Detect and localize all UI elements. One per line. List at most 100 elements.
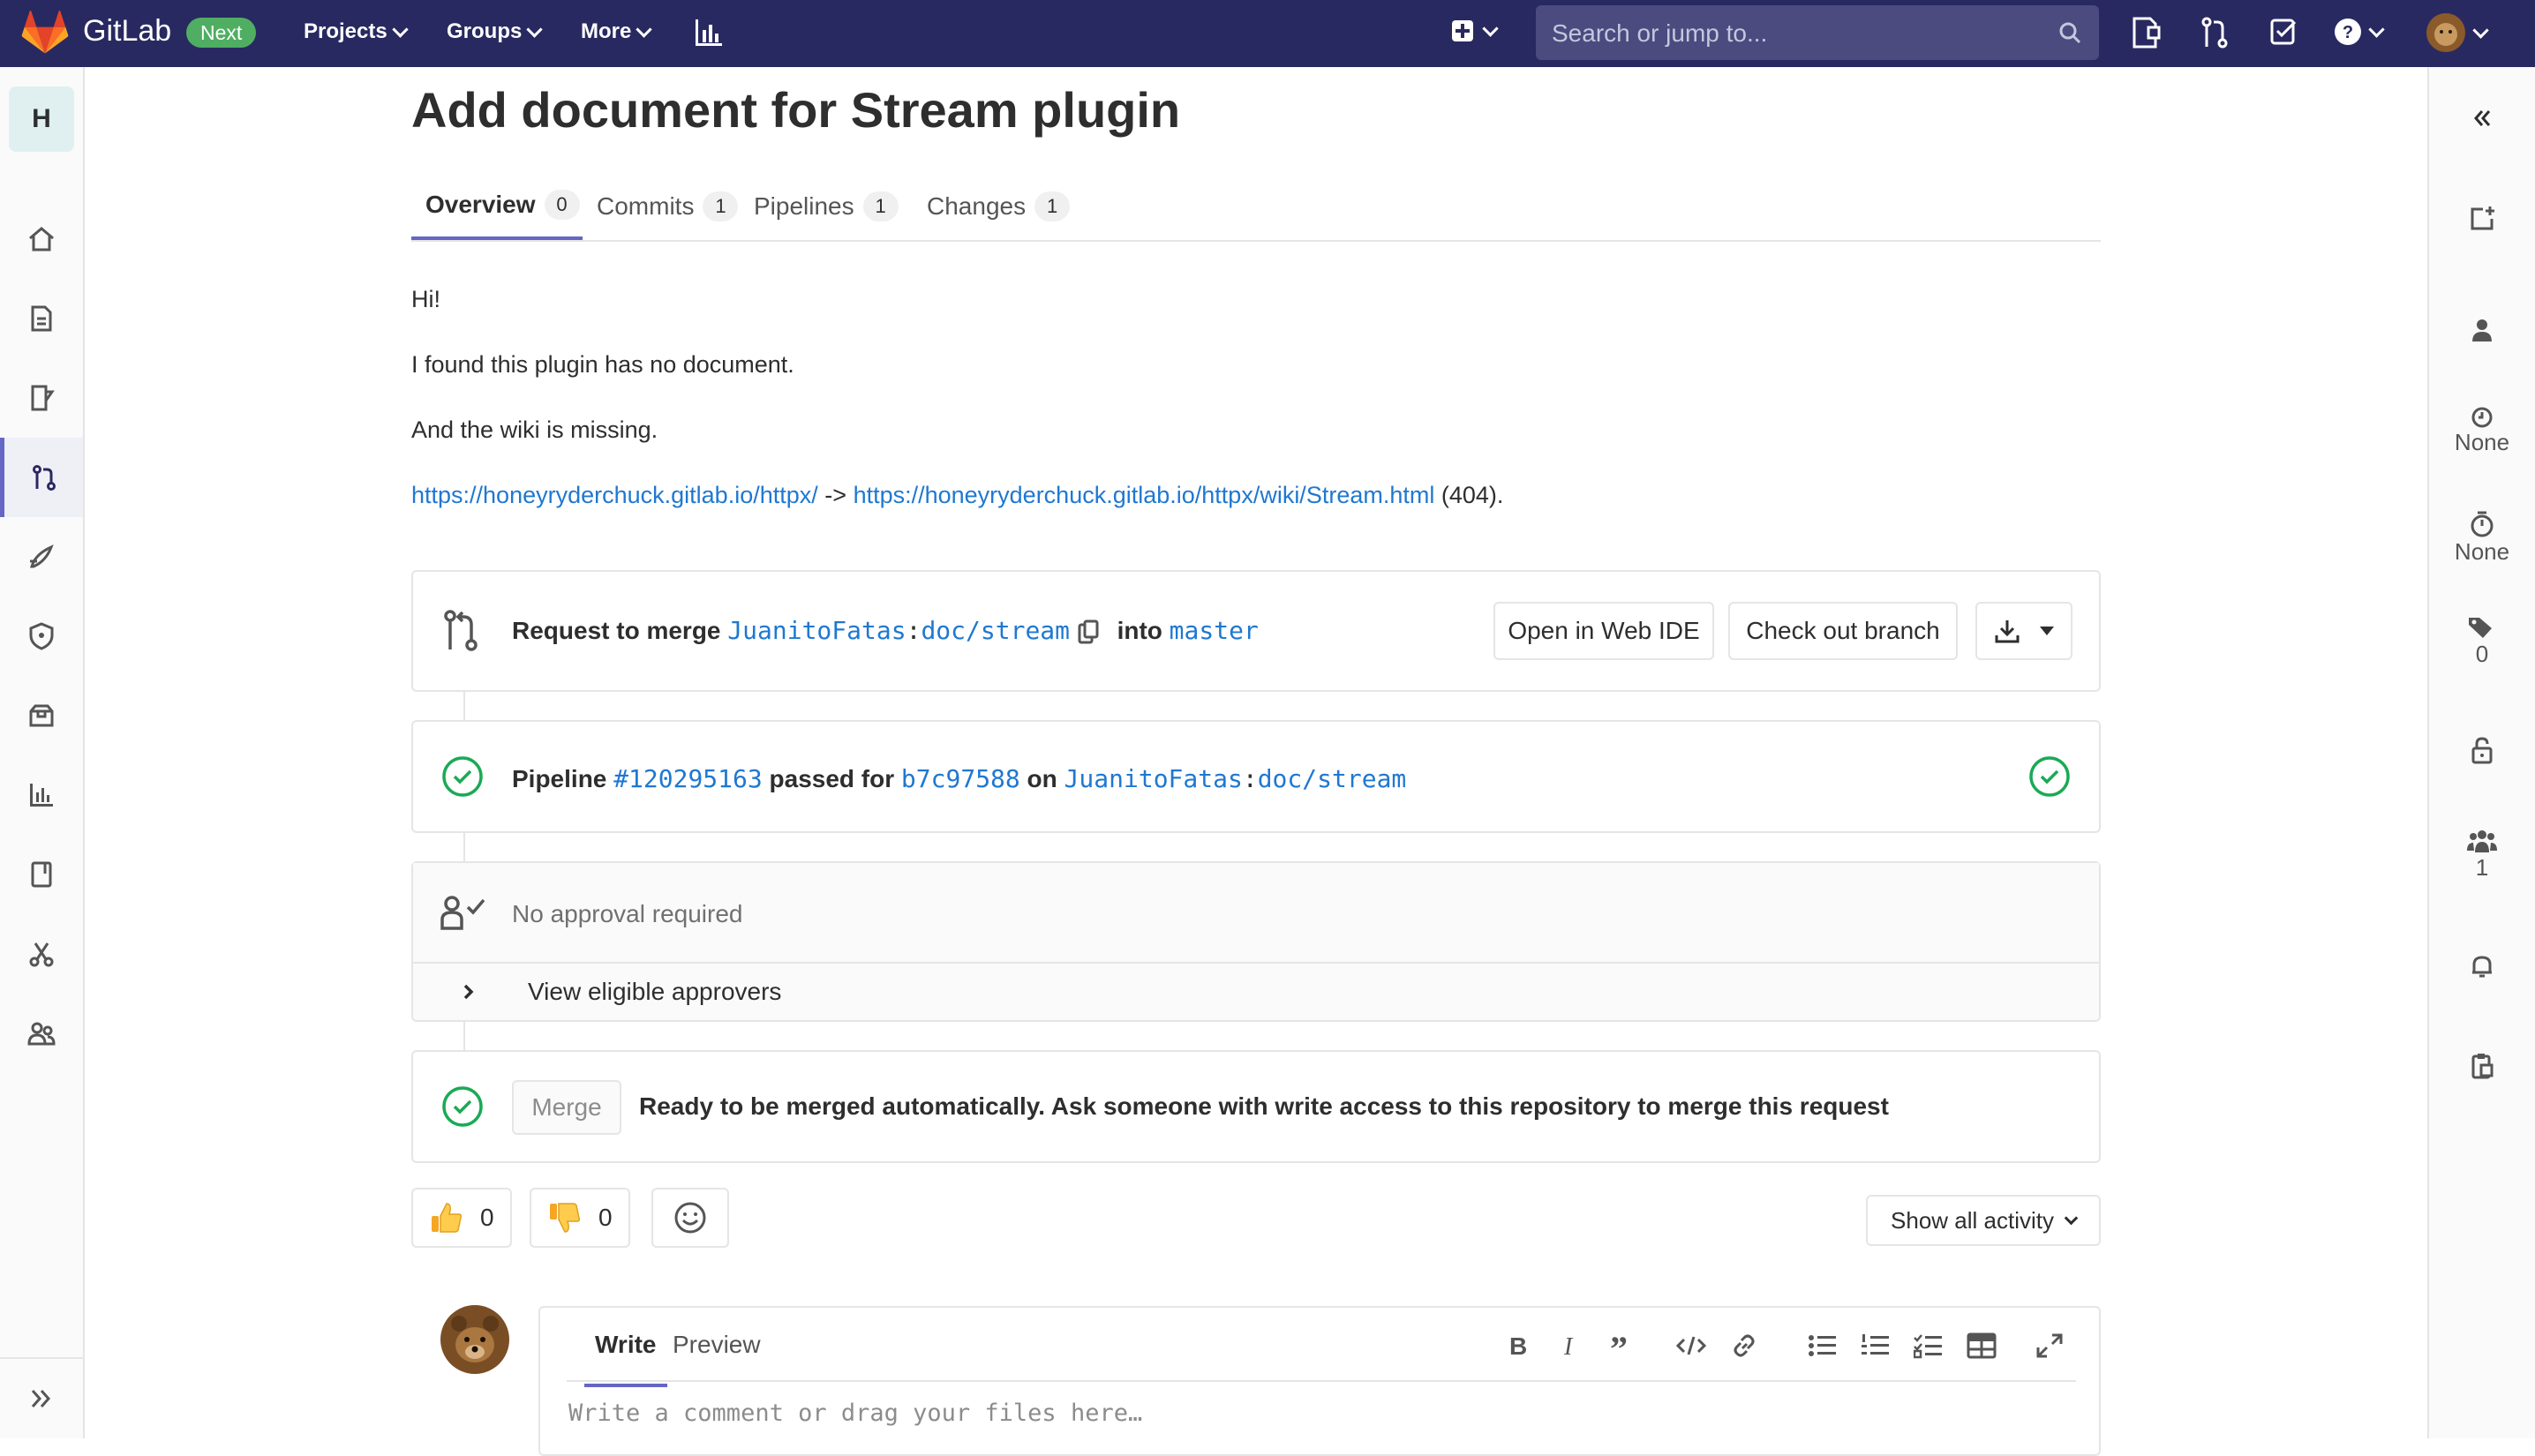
- mr-tabs: Overview 0 Commits 1 Pipelines 1 Changes…: [411, 173, 2101, 242]
- todo-add-icon: [2471, 206, 2494, 230]
- brand-name[interactable]: GitLab: [83, 14, 171, 49]
- rocket-icon: [30, 544, 54, 568]
- status-text: (404).: [1441, 482, 1504, 508]
- chevron-double-left-icon: [2474, 110, 2491, 126]
- participants-section[interactable]: 1: [2429, 828, 2535, 882]
- thumbs-up-button[interactable]: 0: [411, 1188, 512, 1248]
- tab-overview[interactable]: Overview 0: [411, 173, 583, 240]
- sidebar-item-repository[interactable]: [0, 279, 83, 358]
- tab-commits[interactable]: Commits 1: [583, 173, 752, 240]
- merge-status-text: Ready to be merged automatically. Ask so…: [639, 1092, 1889, 1120]
- bold-icon[interactable]: B: [1508, 1332, 1529, 1359]
- svg-text:B: B: [1509, 1332, 1527, 1359]
- code-icon[interactable]: [1675, 1332, 1707, 1359]
- search-input[interactable]: Search or jump to...: [1536, 5, 2099, 60]
- page-title: Add document for Stream plugin: [411, 82, 1181, 138]
- task-list-icon[interactable]: [1914, 1332, 1944, 1359]
- right-sidebar-collapse[interactable]: [2429, 108, 2535, 129]
- approval-status-text: No approval required: [512, 900, 743, 927]
- pipeline-branch[interactable]: doc/stream: [1258, 764, 1407, 793]
- comment-form: Write Preview B I ” Write a comment or d…: [538, 1306, 2101, 1456]
- commit-sha-link[interactable]: b7c97588: [901, 764, 1020, 793]
- tab-preview[interactable]: Preview: [673, 1331, 761, 1359]
- labels-icon: [2469, 618, 2492, 638]
- pipeline-user[interactable]: JuanitoFatas: [1064, 764, 1243, 793]
- nav-more[interactable]: More: [581, 19, 653, 44]
- source-user[interactable]: JuanitoFatas: [727, 616, 906, 645]
- bullet-list-icon[interactable]: [1808, 1332, 1838, 1359]
- show-all-activity-dropdown[interactable]: Show all activity: [1866, 1195, 2101, 1246]
- merge-requests-nav-icon[interactable]: [2200, 15, 2230, 55]
- help-icon: ?: [2335, 19, 2361, 45]
- time-tracking-section[interactable]: None: [2429, 510, 2535, 566]
- quote-icon[interactable]: ”: [1608, 1332, 1638, 1359]
- target-branch[interactable]: master: [1170, 616, 1259, 645]
- view-approvers-row[interactable]: View eligible approvers: [413, 962, 2099, 1022]
- copy-branch-icon: [1078, 619, 1099, 644]
- tab-pipelines[interactable]: Pipelines 1: [740, 173, 913, 240]
- fullscreen-icon[interactable]: [2035, 1332, 2064, 1359]
- notifications-toggle[interactable]: [2429, 953, 2535, 979]
- sidebar-item-home[interactable]: [0, 199, 83, 279]
- merge-request-icon: [444, 610, 478, 651]
- httpx-docs-link[interactable]: https://honeyryderchuck.gitlab.io/httpx/: [411, 482, 818, 508]
- description-line: Hi!: [411, 286, 440, 312]
- sidebar-item-snippets[interactable]: [0, 914, 83, 994]
- approval-icon: [440, 896, 485, 930]
- next-badge[interactable]: Next: [186, 18, 257, 48]
- caret-down-icon: [2040, 627, 2054, 635]
- branch-separator: :: [1242, 764, 1258, 793]
- todos-nav-icon[interactable]: [2268, 15, 2298, 55]
- lock-section[interactable]: [2429, 736, 2535, 764]
- sidebar-item-wiki[interactable]: [0, 835, 83, 914]
- status-success-icon: [442, 756, 483, 797]
- add-reaction-button[interactable]: [651, 1188, 729, 1248]
- show-all-activity-label: Show all activity: [1891, 1206, 2054, 1234]
- sidebar-item-issues[interactable]: [0, 358, 83, 438]
- assignee-section[interactable]: [2429, 318, 2535, 342]
- milestone-section[interactable]: None: [2429, 406, 2535, 456]
- description-line: I found this plugin has no document.: [411, 351, 794, 378]
- labels-section[interactable]: 0: [2429, 614, 2535, 668]
- help-dropdown[interactable]: ?: [2334, 18, 2385, 46]
- tab-write[interactable]: Write: [584, 1331, 667, 1387]
- shield-icon: [29, 622, 54, 650]
- issues-nav-icon[interactable]: [2131, 15, 2161, 55]
- nav-projects-label: Projects: [304, 19, 387, 43]
- search-placeholder: Search or jump to...: [1552, 19, 1768, 47]
- thumbs-down-button[interactable]: 0: [530, 1188, 630, 1248]
- top-navbar: GitLab Next Projects Groups More Search …: [0, 0, 2535, 67]
- comment-textarea[interactable]: Write a comment or drag your files here…: [568, 1400, 1142, 1427]
- new-item-dropdown[interactable]: [1451, 19, 1499, 42]
- sidebar-item-analytics[interactable]: [0, 755, 83, 835]
- stream-wiki-link[interactable]: https://honeyryderchuck.gitlab.io/httpx/…: [854, 482, 1435, 508]
- check-out-branch-button[interactable]: Check out branch: [1728, 602, 1958, 660]
- numbered-list-icon[interactable]: [1861, 1332, 1891, 1359]
- source-branch[interactable]: doc/stream: [921, 616, 1070, 645]
- view-eligible-approvers-link[interactable]: View eligible approvers: [528, 978, 781, 1006]
- add-todo-button[interactable]: [2429, 205, 2535, 231]
- sidebar-item-merge-requests[interactable]: [0, 438, 83, 517]
- sidebar-item-security[interactable]: [0, 597, 83, 676]
- link-icon[interactable]: [1730, 1332, 1758, 1359]
- bell-icon: [2472, 956, 2492, 978]
- pipeline-id-link[interactable]: #120295163: [613, 764, 763, 793]
- open-web-ide-button[interactable]: Open in Web IDE: [1493, 602, 1714, 660]
- gitlab-logo-icon[interactable]: [21, 11, 69, 59]
- sidebar-item-members[interactable]: [0, 994, 83, 1073]
- nav-projects[interactable]: Projects: [304, 19, 409, 44]
- thumbs-up-count: 0: [480, 1204, 494, 1231]
- sidebar-item-ci-cd[interactable]: [0, 517, 83, 597]
- nav-groups[interactable]: Groups: [447, 19, 544, 44]
- project-avatar[interactable]: H: [9, 86, 74, 152]
- activity-chart-icon[interactable]: [694, 18, 724, 52]
- user-menu[interactable]: [2426, 12, 2489, 53]
- italic-icon[interactable]: I: [1561, 1332, 1582, 1359]
- download-dropdown-button[interactable]: [1975, 602, 2072, 660]
- sidebar-item-packages[interactable]: [0, 676, 83, 755]
- copy-reference-button[interactable]: [2429, 1052, 2535, 1080]
- tab-changes[interactable]: Changes 1: [913, 173, 1084, 240]
- sidebar-collapse-button[interactable]: [0, 1357, 83, 1438]
- merge-button[interactable]: Merge: [512, 1080, 621, 1135]
- table-icon[interactable]: [1967, 1332, 1997, 1359]
